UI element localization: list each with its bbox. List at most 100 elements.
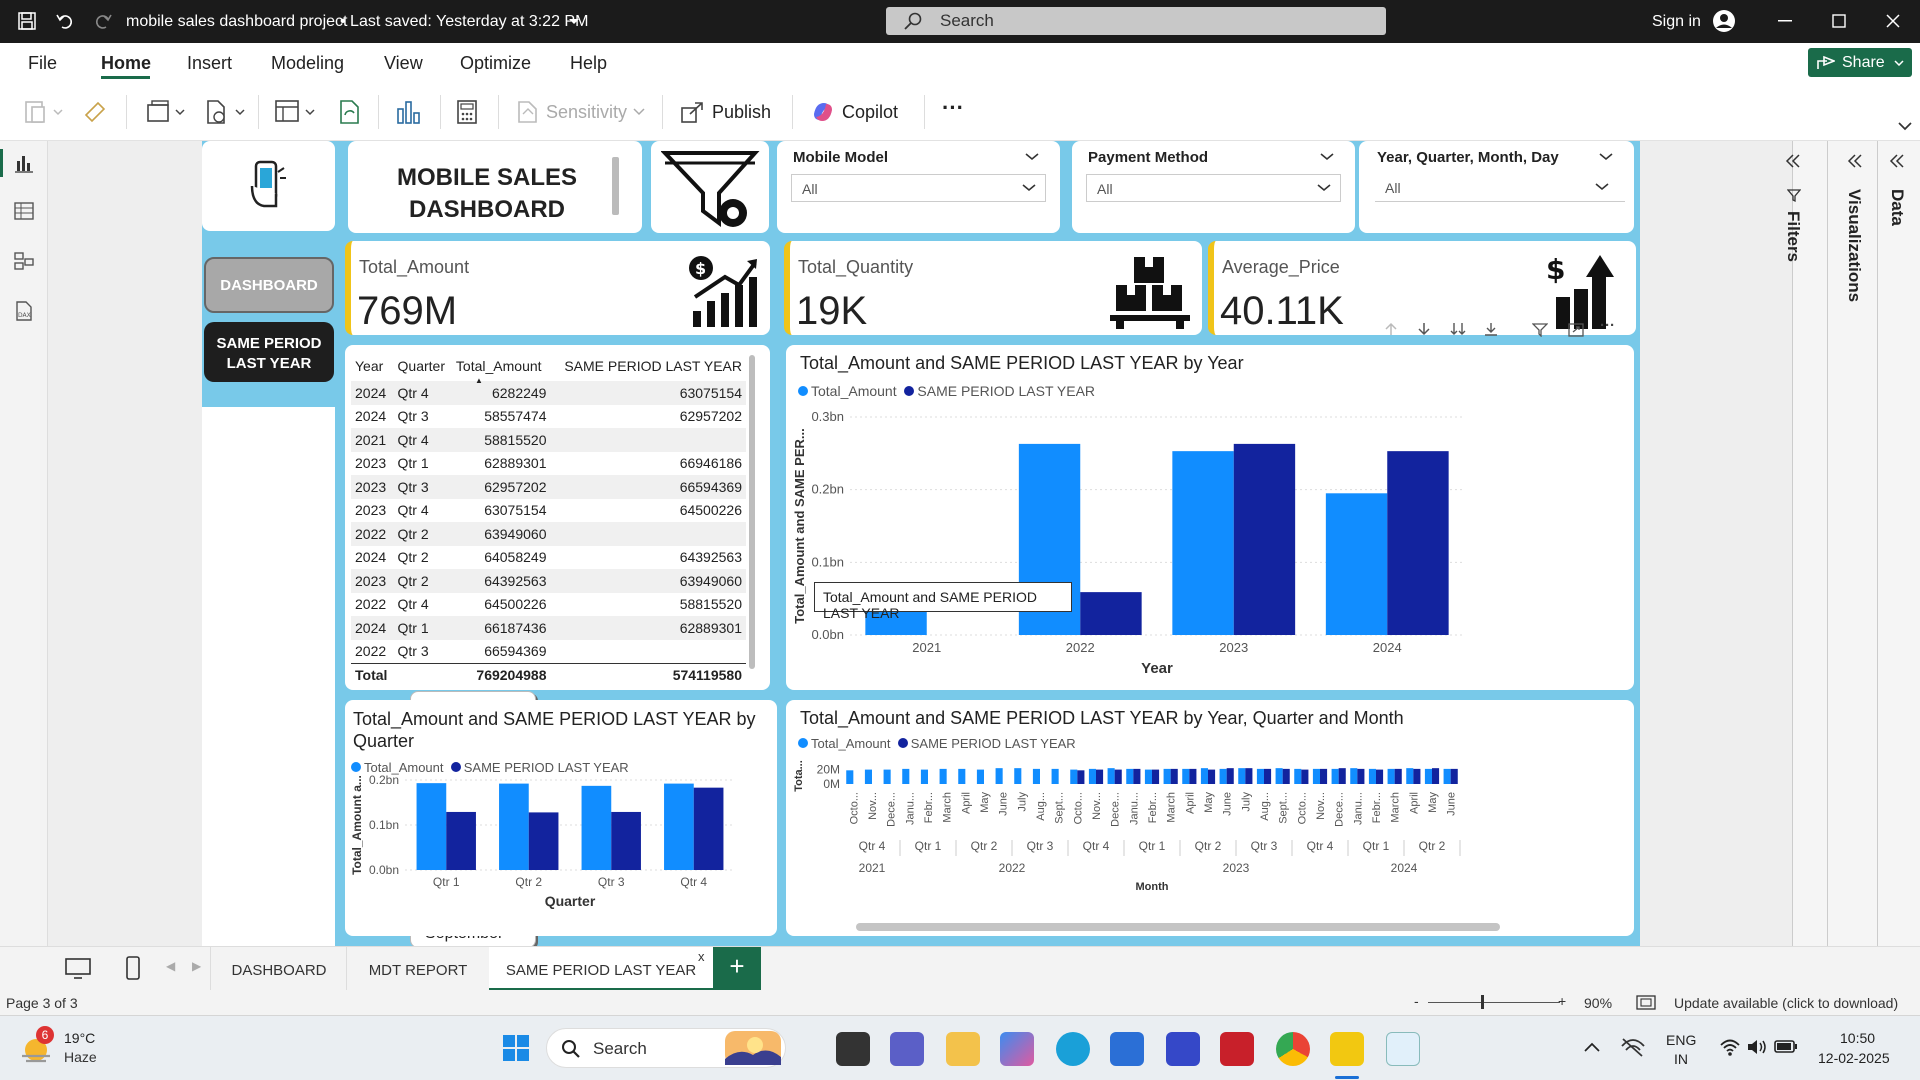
filter-icon[interactable]	[1532, 323, 1548, 337]
fit-to-page-icon[interactable]	[1636, 995, 1656, 1010]
slicer-date-hierarchy[interactable]: Year, Quarter, Month, Day All	[1359, 141, 1634, 233]
clock-date[interactable]: 12-02-2025	[1818, 1050, 1890, 1066]
zoom-level[interactable]: 90%	[1584, 995, 1612, 1011]
microsoft-store-icon[interactable]	[1110, 1032, 1144, 1066]
menu-help[interactable]: Help	[570, 53, 607, 74]
wifi-icon[interactable]	[1720, 1038, 1740, 1056]
snipping-tool-icon[interactable]	[1386, 1032, 1420, 1066]
network-offline-icon[interactable]	[1620, 1036, 1646, 1058]
chevron-down-icon[interactable]	[568, 18, 580, 26]
table-row[interactable]: 2022 Qtr 4 64500226 58815520	[351, 592, 746, 616]
account-icon[interactable]	[1712, 9, 1736, 33]
dashboard-nav-button[interactable]: DASHBOARD	[204, 257, 334, 313]
table-view-icon[interactable]	[14, 201, 34, 221]
collapse-filters-icon[interactable]	[1785, 154, 1801, 168]
quick-measure-icon[interactable]	[456, 99, 478, 125]
table-row[interactable]: 2022 Qtr 3 66594369	[351, 639, 746, 663]
new-report-icon[interactable]	[204, 99, 248, 125]
same-period-nav-button[interactable]: SAME PERIOD LAST YEAR	[204, 322, 334, 382]
paste-icon[interactable]	[24, 99, 64, 125]
mcafee-icon[interactable]	[1220, 1032, 1254, 1066]
column-header[interactable]: Year	[351, 351, 394, 381]
tab-same-period-last-year[interactable]: SAME PERIOD LAST YEAR	[489, 947, 713, 991]
refresh-icon[interactable]	[338, 99, 362, 125]
filter-icon-card[interactable]	[651, 141, 769, 233]
menu-view[interactable]: View	[384, 53, 423, 74]
tab-dashboard[interactable]: DASHBOARD	[212, 947, 346, 991]
expand-hierarchy-icon[interactable]	[1484, 322, 1498, 336]
save-icon[interactable]	[18, 12, 36, 30]
zoom-slider-thumb[interactable]	[1481, 995, 1484, 1009]
close-icon[interactable]	[1886, 14, 1900, 28]
search-input[interactable]: Search	[886, 7, 1386, 35]
undo-icon[interactable]	[56, 12, 74, 30]
taskbar-search[interactable]: Search	[546, 1028, 786, 1068]
more-options-button[interactable]: ···	[942, 95, 964, 121]
windows-start-icon[interactable]	[502, 1034, 530, 1062]
teams-icon[interactable]	[890, 1032, 924, 1066]
data-pane-label[interactable]: Data	[1887, 189, 1907, 226]
collapse-data-icon[interactable]	[1889, 154, 1905, 168]
maximize-icon[interactable]	[1832, 14, 1846, 28]
menu-modeling[interactable]: Modeling	[271, 53, 344, 74]
vpn-app-icon[interactable]	[1166, 1032, 1200, 1066]
collapse-ribbon-icon[interactable]	[1898, 122, 1912, 131]
drill-up-icon[interactable]	[1384, 322, 1398, 336]
menu-home[interactable]: Home	[101, 53, 151, 74]
table-row[interactable]: 2021 Qtr 4 58815520	[351, 428, 746, 452]
table-row[interactable]: 2023 Qtr 4 63075154 64500226	[351, 498, 746, 522]
close-tab-icon[interactable]: x	[698, 949, 705, 964]
collapse-visualizations-icon[interactable]	[1847, 154, 1863, 168]
chevron-down-icon[interactable]	[1320, 153, 1334, 161]
task-view-icon[interactable]	[836, 1032, 870, 1066]
menu-file[interactable]: File	[28, 53, 57, 74]
table-row[interactable]: 2024 Qtr 4 6282249 63075154	[351, 381, 746, 405]
tab-mdt-report[interactable]: MDT REPORT	[347, 947, 489, 991]
sign-in-link[interactable]: Sign in	[1652, 13, 1701, 31]
table-row[interactable]: 2023 Qtr 2 64392563 63949060	[351, 569, 746, 593]
share-button[interactable]: Share	[1808, 48, 1912, 77]
slicer-dropdown[interactable]: All	[1375, 174, 1625, 202]
table-row[interactable]: 2023 Qtr 1 62889301 66946186	[351, 451, 746, 475]
file-explorer-icon[interactable]	[946, 1032, 980, 1066]
model-view-icon[interactable]	[14, 251, 34, 271]
slicer-mobile-model[interactable]: Mobile Model All	[777, 141, 1060, 233]
zoom-in-button[interactable]: +	[1558, 993, 1566, 1009]
column-header[interactable]: Total_Amount	[452, 351, 551, 381]
expand-next-level-icon[interactable]	[1450, 322, 1466, 336]
slicer-dropdown[interactable]: All	[791, 174, 1046, 202]
table-row[interactable]: 2024 Qtr 1 66187436 62889301	[351, 616, 746, 640]
horizontal-scrollbar[interactable]	[856, 923, 1500, 931]
prev-tab-icon[interactable]: ◀	[166, 959, 175, 973]
next-tab-icon[interactable]: ▶	[192, 959, 201, 973]
publish-button[interactable]: Publish	[680, 97, 771, 127]
table-scrollbar[interactable]	[749, 355, 755, 669]
redo-icon[interactable]	[94, 12, 112, 30]
dax-query-view-icon[interactable]: DAX	[14, 301, 34, 321]
mobile-layout-icon[interactable]	[125, 955, 141, 981]
power-bi-icon[interactable]	[1330, 1032, 1364, 1066]
copilot-button[interactable]: Copilot	[810, 97, 898, 127]
menu-insert[interactable]: Insert	[187, 53, 232, 74]
table-row[interactable]: 2022 Qtr 2 63949060	[351, 522, 746, 546]
get-data-icon[interactable]	[146, 99, 190, 125]
clock-time[interactable]: 10:50	[1840, 1030, 1875, 1046]
edge-browser-icon[interactable]	[1056, 1032, 1090, 1066]
format-painter-icon[interactable]	[84, 99, 108, 123]
volume-icon[interactable]	[1746, 1038, 1768, 1056]
visual-more-options-button[interactable]: ···	[1600, 317, 1615, 334]
column-header[interactable]: Quarter	[394, 351, 452, 381]
language-indicator[interactable]: ENG	[1666, 1032, 1696, 1048]
column-header[interactable]: SAME PERIOD LAST YEAR	[550, 351, 746, 381]
chevron-down-icon[interactable]	[1599, 153, 1613, 161]
zoom-out-button[interactable]: -	[1414, 993, 1419, 1009]
menu-optimize[interactable]: Optimize	[460, 53, 531, 74]
chrome-icon[interactable]	[1276, 1032, 1310, 1066]
weather-widget[interactable]: 6	[18, 1026, 54, 1066]
minimize-icon[interactable]	[1778, 20, 1792, 22]
focus-mode-icon[interactable]	[1568, 323, 1584, 337]
visualizations-pane-label[interactable]: Visualizations	[1844, 189, 1864, 302]
table-row[interactable]: 2024 Qtr 2 64058249 64392563	[351, 545, 746, 569]
copilot-app-icon[interactable]	[1000, 1032, 1034, 1066]
sensitivity-button[interactable]: Sensitivity	[516, 97, 645, 127]
